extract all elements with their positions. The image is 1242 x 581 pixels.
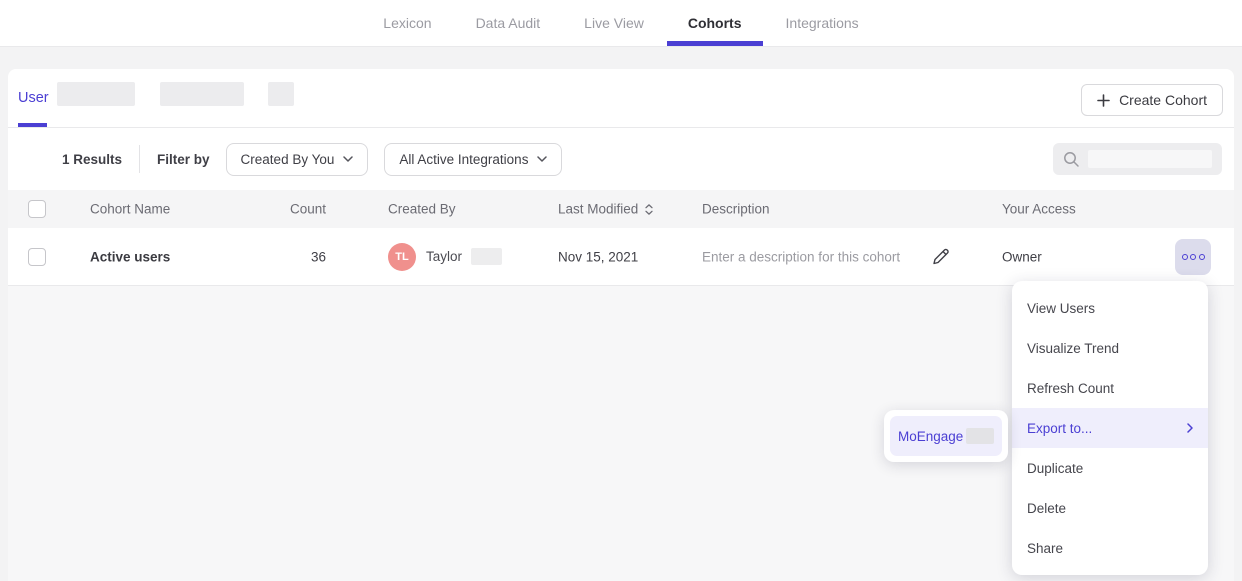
column-last-modified[interactable]: Last Modified bbox=[558, 202, 653, 217]
nav-tab-lexicon[interactable]: Lexicon bbox=[362, 0, 452, 46]
redacted-connector-name bbox=[966, 428, 994, 444]
menu-item-visualize-trend[interactable]: Visualize Trend bbox=[1012, 328, 1208, 368]
redacted-tab bbox=[268, 82, 294, 106]
menu-item-label: Visualize Trend bbox=[1027, 341, 1119, 356]
cohorts-page: Lexicon Data Audit Live View Cohorts Int… bbox=[0, 0, 1242, 581]
created-by-dropdown-value: Created By You bbox=[241, 152, 335, 167]
nav-tab-label: Live View bbox=[584, 15, 644, 31]
column-your-access: Your Access bbox=[1002, 202, 1076, 217]
nav-tab-integrations[interactable]: Integrations bbox=[765, 0, 880, 46]
table-header: Cohort Name Count Created By Last Modifi… bbox=[8, 190, 1234, 228]
created-by-dropdown[interactable]: Created By You bbox=[226, 143, 369, 176]
redacted-tab bbox=[160, 82, 244, 106]
export-submenu: MoEngage bbox=[884, 410, 1008, 462]
tab-user[interactable]: User bbox=[18, 90, 49, 106]
nav-tab-label: Integrations bbox=[786, 15, 859, 31]
cohort-count: 36 bbox=[238, 249, 326, 264]
column-created-by: Created By bbox=[388, 202, 456, 217]
menu-item-export-to[interactable]: Export to... bbox=[1012, 408, 1208, 448]
menu-item-label: Share bbox=[1027, 541, 1063, 556]
sort-icon bbox=[645, 203, 653, 215]
submenu-item-moengage[interactable]: MoEngage bbox=[890, 416, 1002, 456]
chevron-right-icon bbox=[1187, 423, 1193, 433]
select-all-checkbox[interactable] bbox=[28, 200, 46, 218]
menu-item-label: Delete bbox=[1027, 501, 1066, 516]
menu-item-label: Duplicate bbox=[1027, 461, 1083, 476]
user-tab-underline bbox=[18, 123, 47, 127]
menu-item-label: View Users bbox=[1027, 301, 1095, 316]
menu-item-duplicate[interactable]: Duplicate bbox=[1012, 448, 1208, 488]
create-cohort-label: Create Cohort bbox=[1119, 92, 1207, 108]
nav-tab-cohorts[interactable]: Cohorts bbox=[667, 0, 763, 46]
row-actions-button[interactable] bbox=[1175, 239, 1211, 275]
divider bbox=[139, 145, 140, 173]
search-icon bbox=[1063, 151, 1080, 168]
row-actions-menu: View Users Visualize Trend Refresh Count… bbox=[1012, 281, 1208, 575]
redacted-tab bbox=[57, 82, 135, 106]
nav-tab-label: Data Audit bbox=[476, 15, 541, 31]
last-modified-cell: Nov 15, 2021 bbox=[558, 249, 638, 264]
column-description: Description bbox=[702, 202, 770, 217]
plus-icon bbox=[1097, 94, 1110, 107]
column-last-modified-label: Last Modified bbox=[558, 202, 638, 217]
cohort-name[interactable]: Active users bbox=[90, 249, 170, 264]
nav-tab-data-audit[interactable]: Data Audit bbox=[455, 0, 562, 46]
menu-item-delete[interactable]: Delete bbox=[1012, 488, 1208, 528]
menu-item-label: Refresh Count bbox=[1027, 381, 1114, 396]
create-cohort-button[interactable]: Create Cohort bbox=[1081, 84, 1223, 116]
redacted-surname bbox=[471, 248, 502, 265]
active-tab-underline bbox=[667, 41, 763, 46]
menu-item-view-users[interactable]: View Users bbox=[1012, 288, 1208, 328]
redacted-search-text bbox=[1088, 150, 1212, 168]
access-cell: Owner bbox=[1002, 249, 1042, 264]
cohort-type-tabstrip: User Create Cohort bbox=[8, 69, 1234, 128]
integrations-dropdown-value: All Active Integrations bbox=[399, 152, 528, 167]
column-count: Count bbox=[238, 202, 326, 217]
menu-item-share[interactable]: Share bbox=[1012, 528, 1208, 568]
menu-item-label: Export to... bbox=[1027, 421, 1092, 436]
chevron-down-icon bbox=[537, 156, 547, 162]
chevron-down-icon bbox=[343, 156, 353, 162]
top-nav: Lexicon Data Audit Live View Cohorts Int… bbox=[0, 0, 1242, 47]
nav-tab-label: Cohorts bbox=[688, 15, 742, 31]
column-cohort-name: Cohort Name bbox=[90, 202, 170, 217]
created-by-cell: TL Taylor bbox=[388, 243, 502, 271]
creator-name: Taylor bbox=[426, 249, 462, 264]
search-input[interactable] bbox=[1053, 143, 1222, 175]
edit-description-icon[interactable] bbox=[930, 246, 951, 267]
menu-item-refresh-count[interactable]: Refresh Count bbox=[1012, 368, 1208, 408]
description-field[interactable]: Enter a description for this cohort bbox=[702, 249, 900, 264]
avatar: TL bbox=[388, 243, 416, 271]
integrations-dropdown[interactable]: All Active Integrations bbox=[384, 143, 562, 176]
results-count: 1 Results bbox=[62, 152, 122, 167]
row-checkbox[interactable] bbox=[28, 248, 46, 266]
submenu-item-label: MoEngage bbox=[898, 429, 963, 444]
filter-bar: 1 Results Filter by Created By You All A… bbox=[8, 128, 1234, 190]
filter-by-label: Filter by bbox=[157, 152, 210, 167]
nav-tab-label: Lexicon bbox=[383, 15, 431, 31]
nav-tab-live-view[interactable]: Live View bbox=[563, 0, 665, 46]
table-row: Active users 36 TL Taylor Nov 15, 2021 E… bbox=[8, 228, 1234, 286]
